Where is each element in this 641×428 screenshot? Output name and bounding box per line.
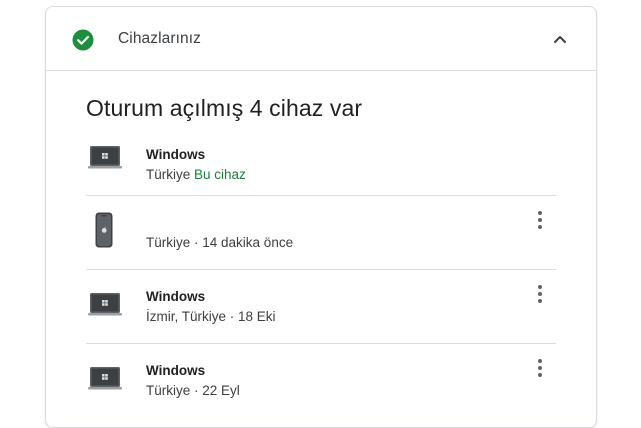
laptop-windows-icon — [88, 367, 122, 390]
device-name: Windows — [146, 289, 206, 304]
this-device-label: Bu cihaz — [194, 167, 246, 182]
iphone-icon — [95, 212, 113, 248]
device-list: Windows Türkiye Bu cihaz Türkiye · 14 da… — [86, 135, 556, 417]
device-row[interactable]: Türkiye · 14 dakika önce — [86, 196, 556, 269]
meta-separator: · — [226, 309, 239, 324]
device-location: Türkiye — [146, 235, 191, 250]
device-name: Windows — [146, 363, 206, 378]
device-meta: Türkiye Bu cihaz — [146, 167, 246, 182]
header-title: Cihazlarınız — [118, 30, 202, 47]
last-active: 18 Eki — [238, 309, 276, 324]
device-name: Windows — [146, 147, 206, 162]
device-meta: İzmir, Türkiye · 18 Eki — [146, 309, 276, 324]
device-row[interactable]: Windows Türkiye Bu cihaz — [86, 135, 556, 195]
last-active: 14 dakika önce — [202, 235, 294, 250]
device-location: İzmir, Türkiye — [146, 309, 227, 324]
more-vert-icon[interactable] — [534, 210, 546, 230]
device-meta: Türkiye · 14 dakika önce — [146, 235, 293, 250]
more-vert-icon[interactable] — [534, 284, 546, 304]
device-meta: Türkiye · 22 Eyl — [146, 383, 240, 398]
devices-card: Cihazlarınız Oturum açılmış 4 cihaz var … — [45, 6, 597, 428]
check-circle-icon — [72, 29, 94, 51]
devices-card-header[interactable]: Cihazlarınız — [46, 7, 596, 71]
device-location: Türkiye — [146, 383, 191, 398]
meta-separator: · — [190, 383, 203, 398]
more-vert-icon[interactable] — [534, 358, 546, 378]
device-row[interactable]: Windows İzmir, Türkiye · 18 Eki — [86, 270, 556, 343]
signed-in-devices-title: Oturum açılmış 4 cihaz var — [86, 95, 363, 121]
device-location: Türkiye — [146, 167, 191, 182]
meta-separator: · — [190, 235, 203, 250]
laptop-windows-icon — [88, 293, 122, 316]
device-row[interactable]: Windows Türkiye · 22 Eyl — [86, 344, 556, 417]
chevron-up-icon[interactable] — [548, 31, 572, 47]
laptop-windows-icon — [88, 146, 122, 169]
last-active: 22 Eyl — [202, 383, 240, 398]
